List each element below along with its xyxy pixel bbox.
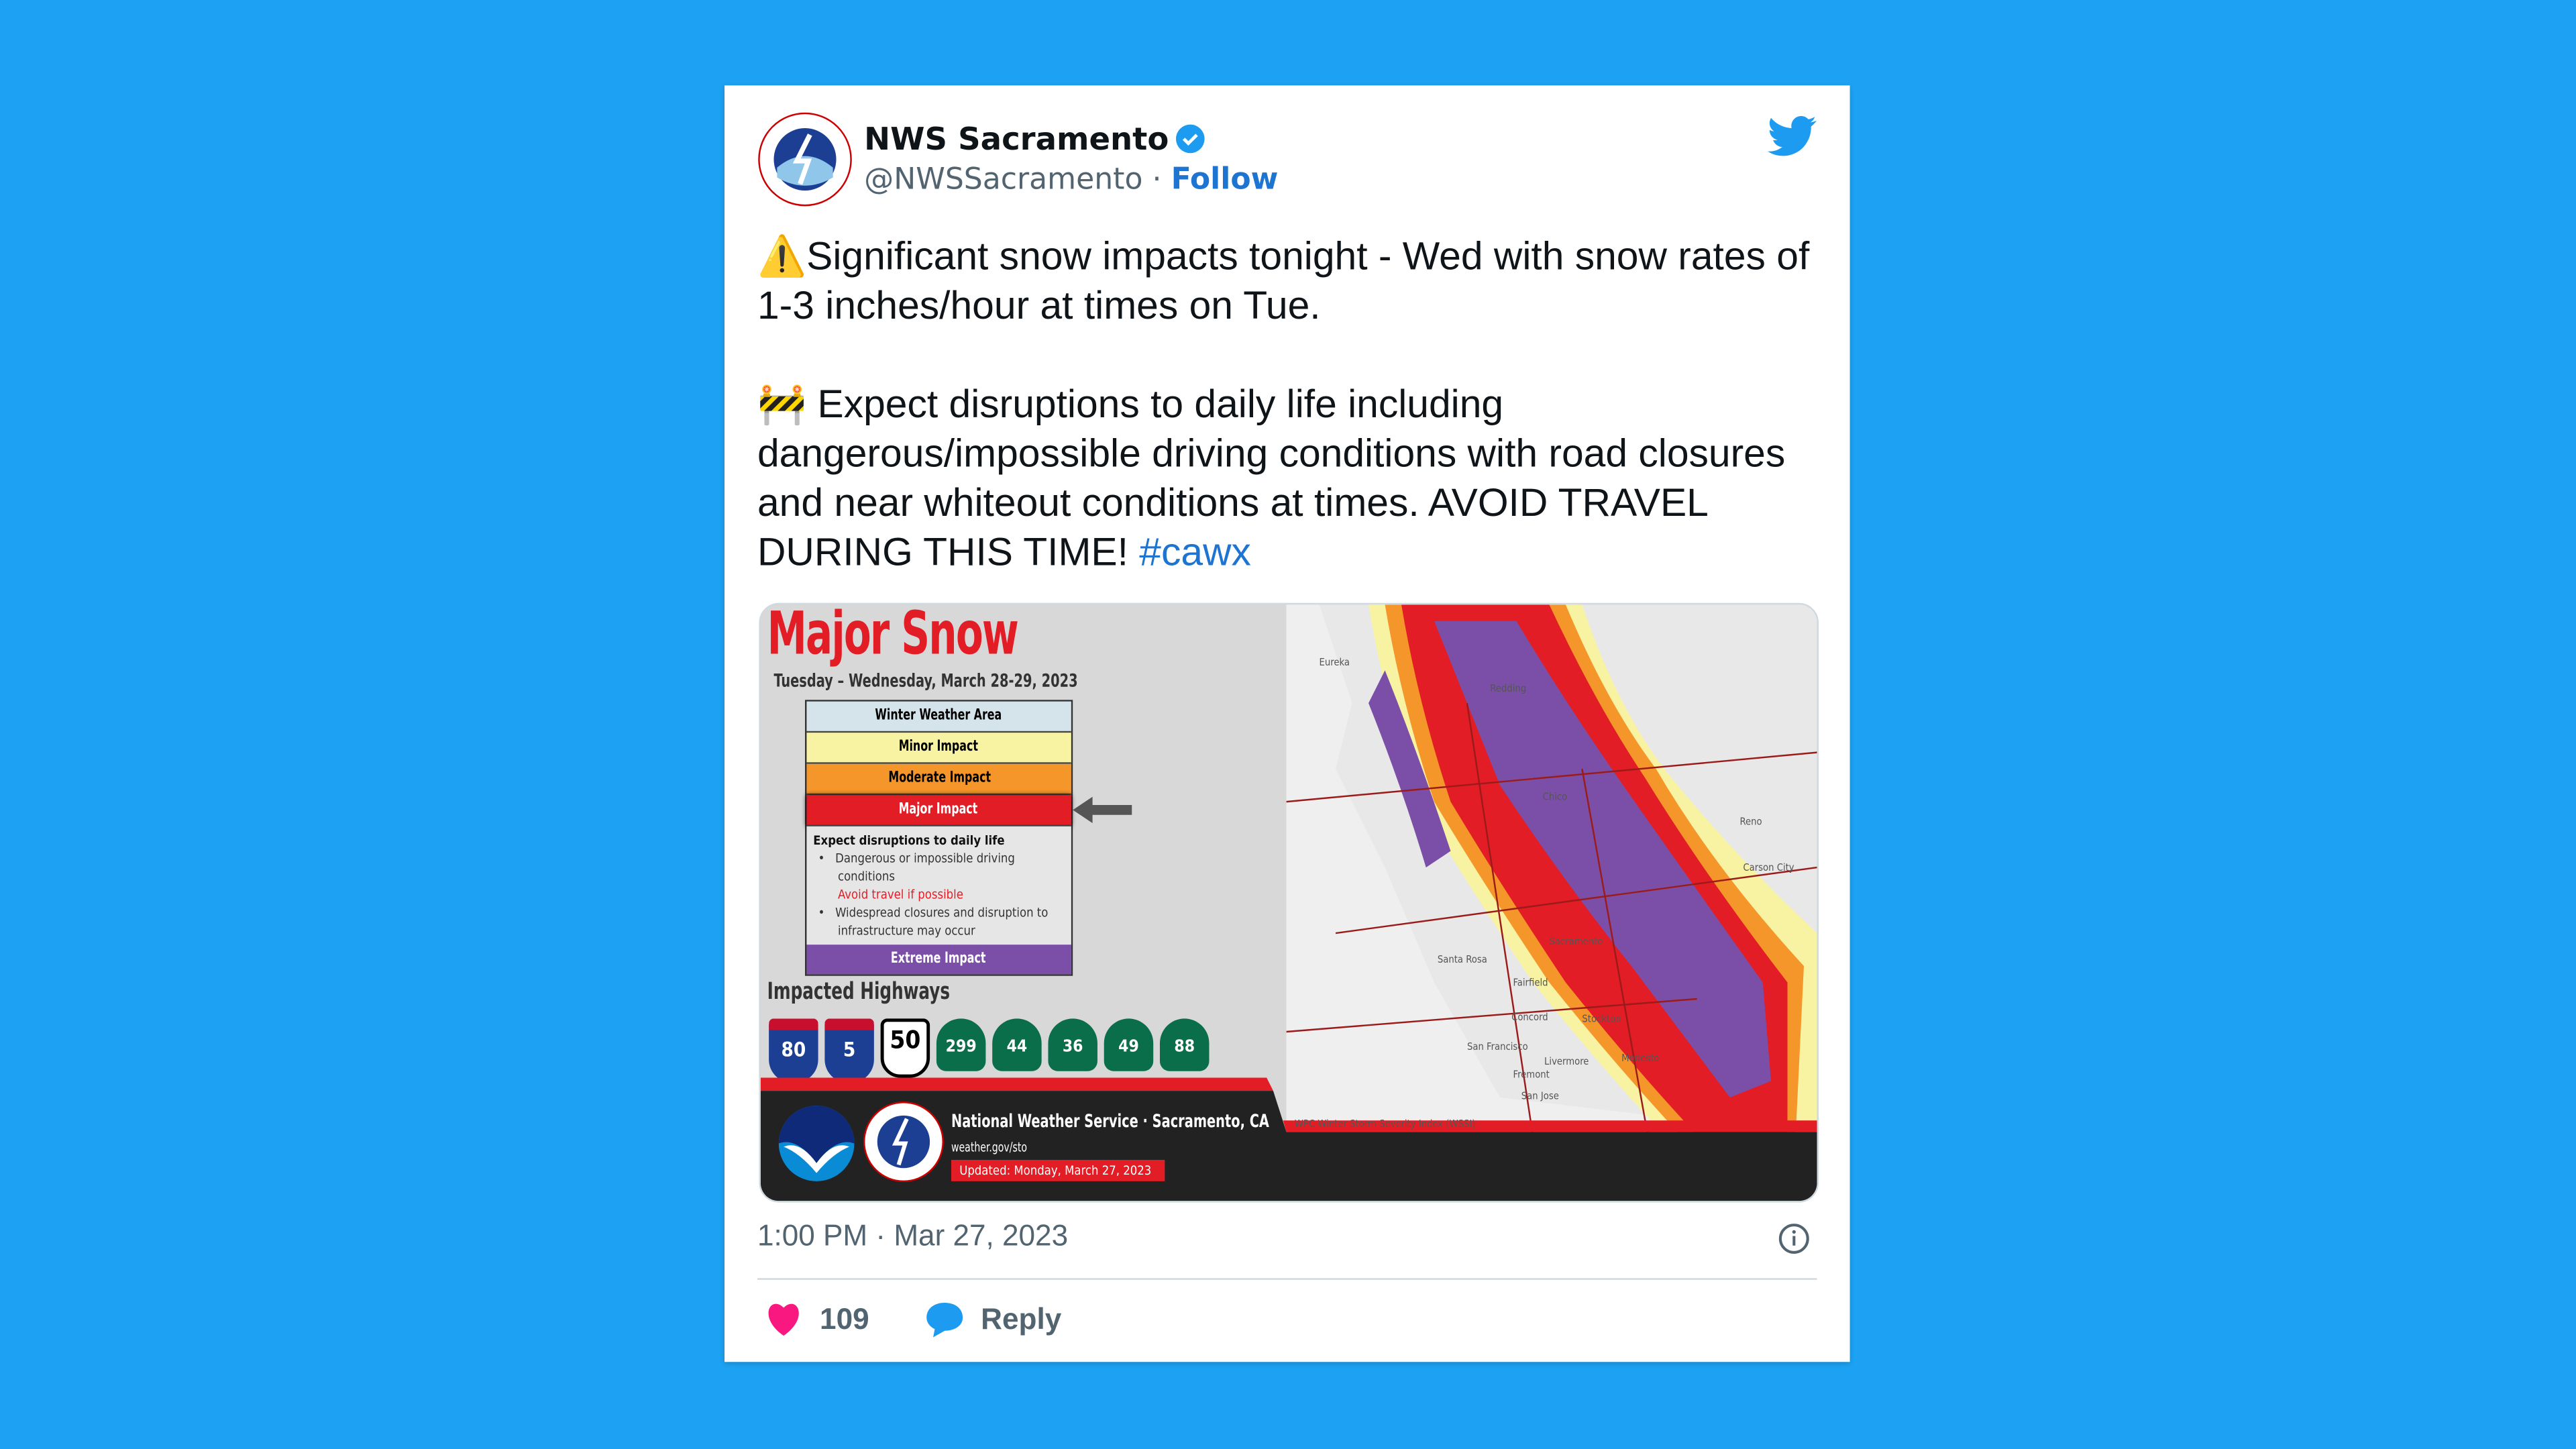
legend-moderate-impact: Moderate Impact xyxy=(806,763,1071,796)
us-route-shield: 50 xyxy=(880,1018,930,1078)
info-icon[interactable] xyxy=(1778,1222,1811,1255)
snow-impact-map: Eureka Redding Chico Reno Carson City Sa… xyxy=(1286,604,1817,1136)
map-credit: WPC Winter Storm Severity Index (WSSI) xyxy=(1294,1118,1476,1130)
interstate-shield: 5 xyxy=(824,1018,874,1083)
california-route-shield: 299 xyxy=(936,1018,986,1071)
impact-legend: Winter Weather Area Minor Impact Moderat… xyxy=(805,700,1073,976)
interstate-shield: 80 xyxy=(769,1018,818,1083)
legend-extreme-impact: Extreme Impact xyxy=(806,945,1071,975)
like-count[interactable]: 109 xyxy=(820,1302,869,1336)
twitter-bird-icon[interactable] xyxy=(1768,115,1817,158)
arrow-left-icon xyxy=(1073,796,1132,823)
map-label-fairfield: Fairfield xyxy=(1513,977,1548,989)
california-route-shield: 88 xyxy=(1159,1018,1210,1071)
map-label-livermore: Livermore xyxy=(1544,1056,1589,1068)
reply-bubble-icon[interactable] xyxy=(925,1301,965,1338)
tweet-text: ⚠️Significant snow impacts tonight - Wed… xyxy=(757,235,1810,576)
map-label-stockton: Stockton xyxy=(1582,1014,1621,1026)
reply-button[interactable]: Reply xyxy=(981,1302,1061,1336)
major-impact-description: Expect disruptions to daily life • Dange… xyxy=(806,826,1071,945)
map-label-redding: Redding xyxy=(1490,683,1527,695)
graphic-date: Tuesday – Wednesday, March 28-29, 2023 xyxy=(773,670,1078,692)
impacted-highways-title: Impacted Highways xyxy=(767,979,951,1006)
tweet-card: NWS Sacramento @NWSSacramento · Follow ⚠… xyxy=(724,85,1850,1362)
legend-major-impact: Major Impact xyxy=(806,795,1071,826)
map-label-carson-city: Carson City xyxy=(1743,862,1794,874)
map-label-san-francisco: San Francisco xyxy=(1466,1041,1528,1053)
map-label-sacramento: Sacramento xyxy=(1549,936,1603,949)
map-label-modesto: Modesto xyxy=(1621,1053,1660,1065)
california-route-shield: 49 xyxy=(1104,1018,1154,1071)
follow-button[interactable]: Follow xyxy=(1171,162,1279,197)
author-name[interactable]: NWS Sacramento xyxy=(864,121,1207,158)
tweet-timestamp[interactable]: 1:00 PM · Mar 27, 2023 xyxy=(757,1219,1068,1253)
footer-org: National Weather Service · Sacramento, C… xyxy=(951,1110,1269,1132)
nws-logo-avatar[interactable] xyxy=(757,112,853,207)
hashtag-link[interactable]: #cawx xyxy=(1139,531,1251,575)
heart-icon[interactable] xyxy=(764,1301,804,1338)
legend-winter-weather-area: Winter Weather Area xyxy=(806,701,1071,733)
map-label-concord: Concord xyxy=(1511,1012,1548,1024)
map-label-chico: Chico xyxy=(1542,792,1568,804)
tweet-actions: 109 Reply xyxy=(764,1301,1061,1338)
noaa-logo xyxy=(778,1106,855,1181)
legend-minor-impact: Minor Impact xyxy=(806,733,1071,764)
nws-logo xyxy=(863,1102,944,1183)
map-label-santa-rosa: Santa Rosa xyxy=(1437,954,1487,967)
california-route-shield: 36 xyxy=(1048,1018,1097,1071)
graphic-title: Major Snow xyxy=(767,602,1019,669)
footer-updated: Updated: Monday, March 27, 2023 xyxy=(951,1159,1165,1181)
divider xyxy=(757,1278,1817,1280)
graphic-footer: National Weather Service · Sacramento, C… xyxy=(760,1077,1817,1201)
map-label-reno: Reno xyxy=(1739,816,1762,828)
map-label-eureka: Eureka xyxy=(1319,657,1350,669)
tweet-image-major-snow[interactable]: Eureka Redding Chico Reno Carson City Sa… xyxy=(759,602,1819,1203)
highway-shields: 80 5 50 299 44 36 49 88 xyxy=(769,1018,1210,1083)
verified-badge-icon xyxy=(1177,124,1205,154)
author-handle: @NWSSacramento · Follow xyxy=(864,162,1279,197)
california-route-shield: 44 xyxy=(992,1018,1042,1071)
footer-url: weather.gov/sto xyxy=(951,1140,1027,1155)
